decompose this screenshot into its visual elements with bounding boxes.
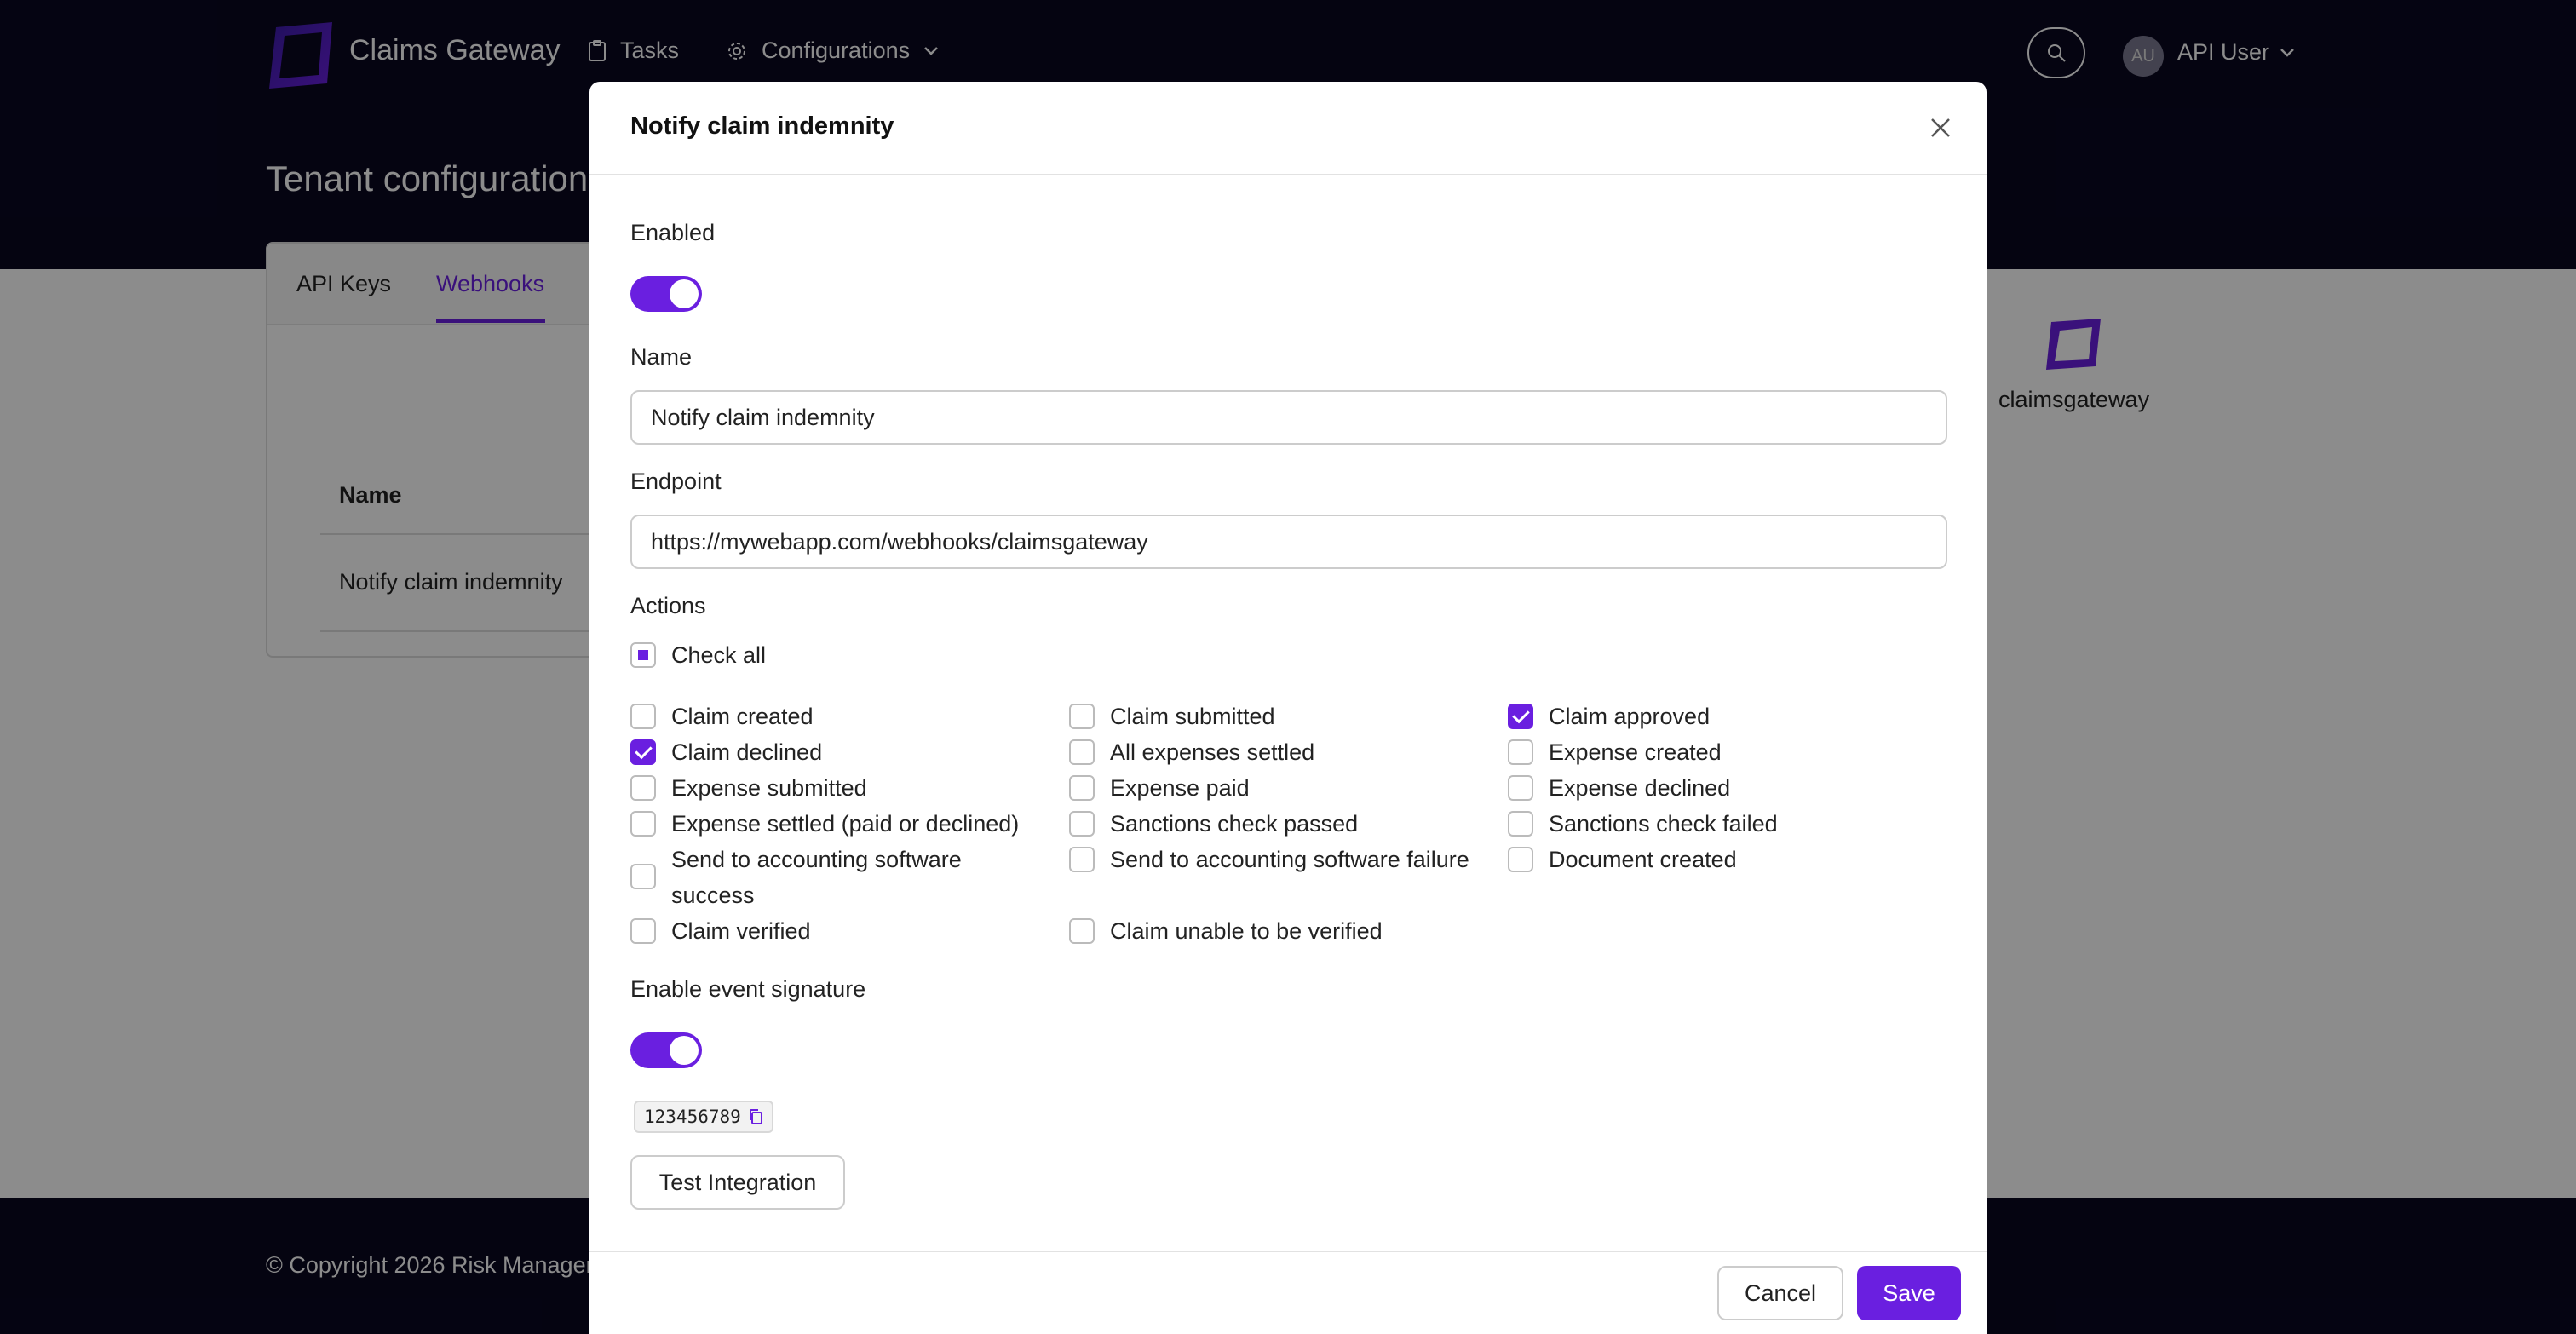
action-label: Claim verified [671, 918, 811, 944]
action-label: Expense created [1549, 739, 1722, 765]
name-label: Name [630, 344, 693, 370]
action-checkbox[interactable] [1069, 739, 1095, 765]
action-label: Expense declined [1549, 775, 1731, 801]
action-checkbox[interactable] [630, 918, 656, 944]
modal-header: Notify claim indemnity [589, 82, 1987, 175]
action-label: Claim created [671, 704, 814, 729]
toggle-knob [670, 279, 699, 308]
action-checkbox[interactable] [1069, 847, 1095, 872]
action-label: Claim submitted [1110, 704, 1275, 729]
action-label: Document created [1549, 847, 1737, 872]
toggle-knob [670, 1036, 699, 1065]
modal-title: Notify claim indemnity [630, 112, 894, 140]
close-icon[interactable] [1927, 114, 1954, 141]
action-checkbox[interactable] [1508, 847, 1533, 872]
action-checkbox[interactable] [630, 704, 656, 729]
action-label: Sanctions check failed [1549, 811, 1778, 837]
action-checkbox[interactable] [1069, 918, 1095, 944]
action-label: Expense paid [1110, 775, 1250, 801]
action-checkbox[interactable] [1069, 775, 1095, 801]
copy-icon[interactable] [748, 1108, 763, 1125]
signature-secret-value: 123456789 [644, 1107, 741, 1127]
check-all-label: Check all [671, 642, 767, 668]
event-signature-label: Enable event signature [630, 976, 866, 1002]
action-label: Claim unable to be verified [1110, 918, 1383, 944]
action-checkbox[interactable] [1508, 739, 1533, 765]
action-label: Claim approved [1549, 704, 1711, 729]
action-checkbox[interactable] [630, 864, 656, 889]
event-signature-toggle[interactable] [630, 1032, 702, 1068]
signature-secret: 123456789 [634, 1101, 773, 1133]
action-label: Expense submitted [671, 775, 867, 801]
action-checkbox[interactable] [630, 811, 656, 837]
endpoint-field[interactable] [630, 515, 1947, 569]
actions-label: Actions [630, 593, 706, 618]
action-checkbox[interactable] [630, 775, 656, 801]
enabled-label: Enabled [630, 220, 716, 245]
enabled-toggle[interactable] [630, 276, 702, 312]
action-label: Send to accounting software failure [1110, 847, 1469, 872]
save-button[interactable]: Save [1857, 1266, 1961, 1320]
action-checkbox[interactable] [1508, 704, 1533, 729]
action-label: Sanctions check passed [1110, 811, 1359, 837]
action-label: Send to accounting software success [671, 847, 962, 908]
name-field[interactable] [630, 390, 1947, 445]
action-checkbox[interactable] [630, 739, 656, 765]
test-integration-button[interactable]: Test Integration [630, 1155, 845, 1210]
action-label: All expenses settled [1110, 739, 1315, 765]
action-checkbox[interactable] [1508, 811, 1533, 837]
check-all-checkbox[interactable] [630, 642, 656, 668]
action-checkbox[interactable] [1069, 811, 1095, 837]
action-checkbox[interactable] [1508, 775, 1533, 801]
action-checkbox[interactable] [1069, 704, 1095, 729]
action-label: Claim declined [671, 739, 823, 765]
divider [589, 1251, 1987, 1252]
action-label: Expense settled (paid or declined) [671, 811, 1020, 837]
cancel-button[interactable]: Cancel [1717, 1266, 1843, 1320]
webhook-modal: Notify claim indemnity Enabled Name Endp… [589, 82, 1987, 1334]
endpoint-label: Endpoint [630, 469, 722, 494]
